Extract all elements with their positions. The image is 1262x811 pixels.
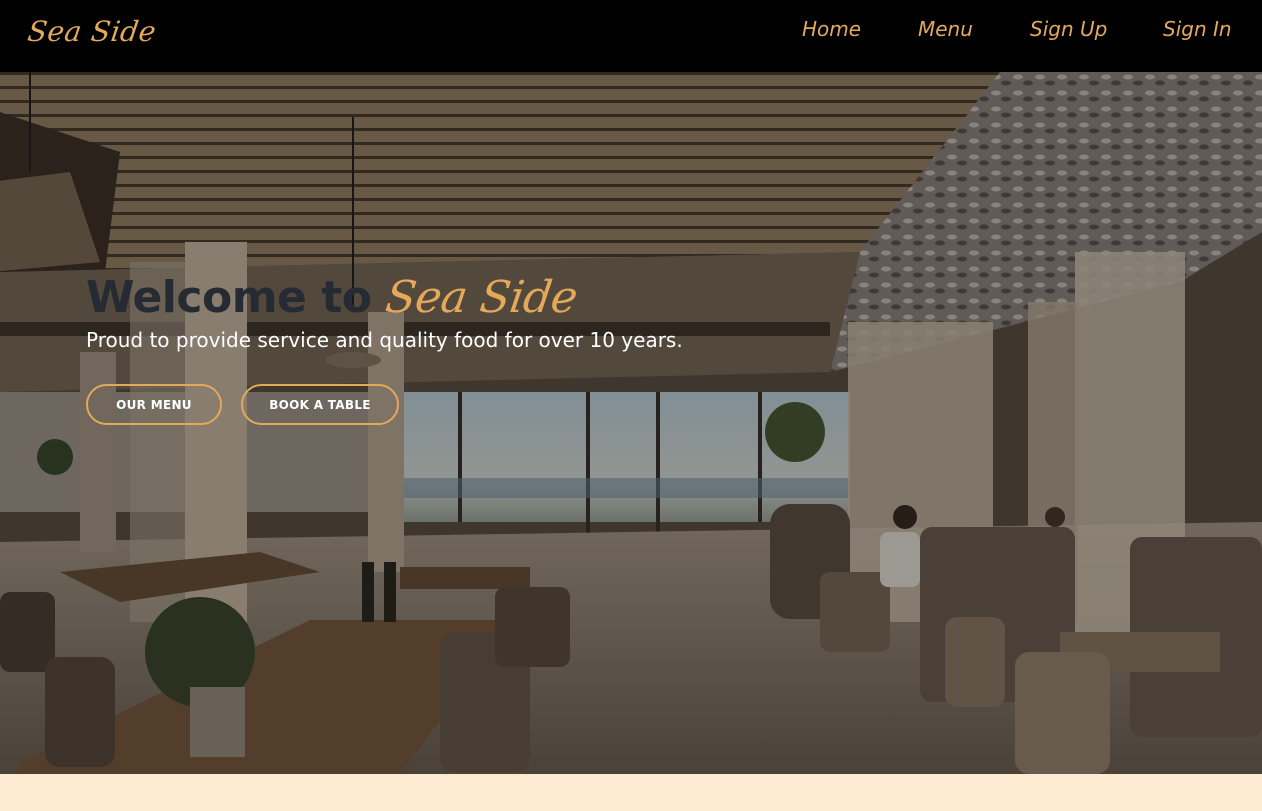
hero-title: Welcome to Sea Side bbox=[86, 272, 581, 323]
nav-home-link[interactable]: Home bbox=[802, 17, 861, 41]
hero-title-accent: Sea Side bbox=[382, 272, 581, 323]
hero-title-prefix: Welcome to bbox=[86, 272, 372, 323]
our-menu-button[interactable]: OUR MENU bbox=[86, 384, 222, 425]
hero-section: Welcome to Sea Side Proud to provide ser… bbox=[0, 72, 1262, 774]
hero-subtitle: Proud to provide service and quality foo… bbox=[86, 328, 683, 352]
brand-logo[interactable]: Sea Side bbox=[26, 15, 159, 48]
nav-signup-link[interactable]: Sign Up bbox=[1030, 17, 1107, 41]
navbar: Sea Side Home Menu Sign Up Sign In bbox=[0, 0, 1262, 72]
nav-menu-link[interactable]: Menu bbox=[918, 17, 973, 41]
page-bottom-band bbox=[0, 774, 1262, 811]
book-table-button[interactable]: BOOK A TABLE bbox=[241, 384, 399, 425]
nav-signin-link[interactable]: Sign In bbox=[1163, 17, 1232, 41]
